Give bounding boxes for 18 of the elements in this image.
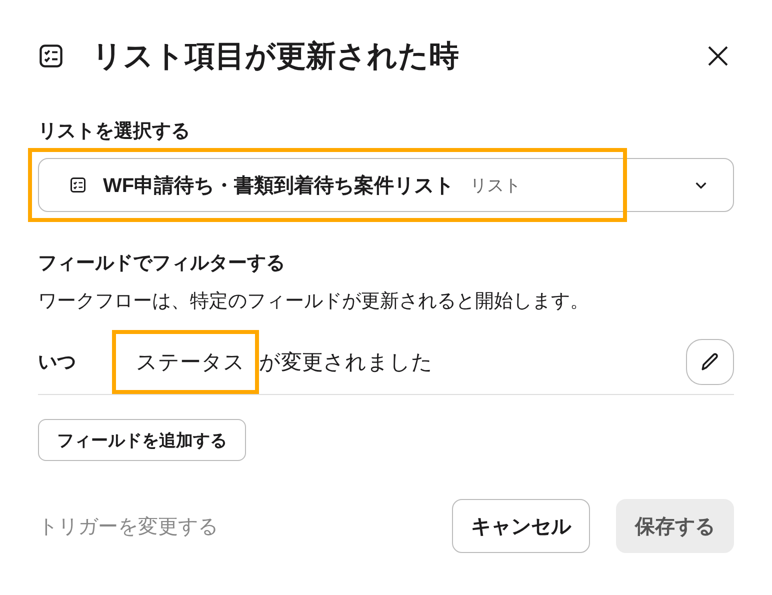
selected-list: WF申請待ち・書類到着待ち案件リスト [103, 172, 454, 198]
description: ワークフローは、特定のフィールドが更新されると開始します。 [38, 290, 590, 314]
close-icon[interactable] [706, 44, 730, 68]
change-trigger-link[interactable]: トリガーを変更する [38, 512, 426, 540]
field-token: ステータス [112, 330, 259, 394]
condition-label: いつ [38, 351, 77, 375]
checklist-icon [69, 176, 87, 194]
edit-button[interactable] [686, 339, 734, 385]
list-type: リスト [470, 174, 522, 196]
section-heading: フィールドでフィルターする [38, 252, 286, 276]
pencil-icon [699, 351, 721, 373]
field-label: リストを選択する [38, 120, 191, 144]
checklist-icon [38, 43, 64, 69]
dialog-title: リスト項目が更新された時 [92, 38, 460, 74]
condition-text: が変更されました [259, 350, 434, 376]
list-dropdown[interactable]: WF申請待ち・書類到着待ち案件リスト リスト [38, 158, 734, 212]
cancel-button[interactable]: キャンセル [452, 499, 590, 553]
add-field-button[interactable]: フィールドを追加する [38, 419, 246, 461]
